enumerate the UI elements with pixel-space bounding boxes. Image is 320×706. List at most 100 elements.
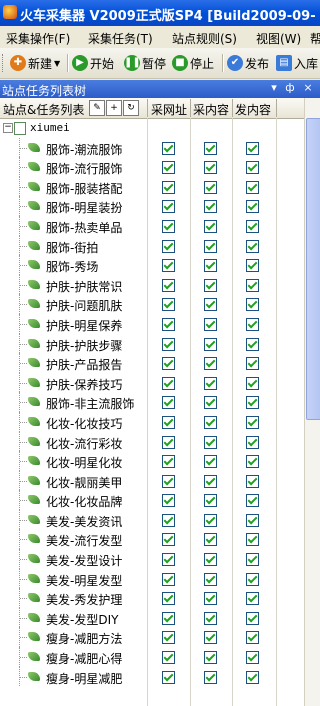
column-header-name[interactable]: 站点&任务列表 xyxy=(3,101,84,118)
publish-content-checkbox[interactable] xyxy=(246,259,259,273)
task-row[interactable]: 服饰-潮流服饰 xyxy=(0,137,304,158)
task-row[interactable]: 美发-明星发型 xyxy=(0,568,304,589)
publish-content-checkbox[interactable] xyxy=(246,219,259,233)
collect-url-checkbox[interactable] xyxy=(162,592,175,606)
publish-content-checkbox[interactable] xyxy=(246,161,259,175)
collect-content-checkbox[interactable] xyxy=(204,141,217,155)
publish-content-checkbox[interactable] xyxy=(246,298,259,312)
collect-url-checkbox[interactable] xyxy=(162,455,175,469)
collect-content-checkbox[interactable] xyxy=(204,513,217,527)
collect-content-checkbox[interactable] xyxy=(204,317,217,331)
dropdown-icon[interactable]: ▾ xyxy=(268,82,280,94)
pin-icon[interactable]: ф xyxy=(284,82,296,94)
collect-url-checkbox[interactable] xyxy=(162,180,175,194)
publish-content-checkbox[interactable] xyxy=(246,553,259,567)
publish-content-checkbox[interactable] xyxy=(246,317,259,331)
collect-url-checkbox[interactable] xyxy=(162,161,175,175)
collect-content-checkbox[interactable] xyxy=(204,592,217,606)
collect-url-checkbox[interactable] xyxy=(162,376,175,390)
import-button[interactable]: ▤ 入库 xyxy=(276,53,318,73)
scroll-thumb[interactable] xyxy=(306,118,320,420)
edit-icon[interactable]: ✎ xyxy=(89,100,105,116)
collect-content-checkbox[interactable] xyxy=(204,494,217,508)
task-row[interactable]: 服饰-热卖单品 xyxy=(0,215,304,236)
collect-url-checkbox[interactable] xyxy=(162,141,175,155)
menu-collect-ops[interactable]: 采集操作(F) xyxy=(6,30,70,47)
task-row[interactable]: 瘦身-明星减肥 xyxy=(0,666,304,687)
publish-content-checkbox[interactable] xyxy=(246,278,259,292)
collect-content-checkbox[interactable] xyxy=(204,200,217,214)
new-button[interactable]: ✚ 新建 ▼ xyxy=(10,53,60,73)
collect-url-checkbox[interactable] xyxy=(162,259,175,273)
publish-content-checkbox[interactable] xyxy=(246,141,259,155)
collect-content-checkbox[interactable] xyxy=(204,337,217,351)
collect-content-checkbox[interactable] xyxy=(204,553,217,567)
publish-content-checkbox[interactable] xyxy=(246,455,259,469)
menu-view[interactable]: 视图(W) xyxy=(256,30,301,47)
collect-url-checkbox[interactable] xyxy=(162,298,175,312)
pause-button[interactable]: ❚❚ 暂停 xyxy=(124,53,166,73)
collect-url-checkbox[interactable] xyxy=(162,553,175,567)
collect-content-checkbox[interactable] xyxy=(204,631,217,645)
publish-content-checkbox[interactable] xyxy=(246,631,259,645)
task-row[interactable]: 服饰-街拍 xyxy=(0,235,304,256)
collect-url-checkbox[interactable] xyxy=(162,513,175,527)
task-row[interactable]: 化妆-明星化妆 xyxy=(0,451,304,471)
collect-url-checkbox[interactable] xyxy=(162,396,175,410)
add-task-icon[interactable]: + xyxy=(106,100,122,116)
start-button[interactable]: ▶ 开始 xyxy=(72,53,114,73)
publish-content-checkbox[interactable] xyxy=(246,572,259,586)
collect-content-checkbox[interactable] xyxy=(204,357,217,371)
site-row[interactable]: − xiumei xyxy=(0,118,304,138)
column-header-content[interactable]: 采内容 xyxy=(193,101,229,118)
close-icon[interactable]: × xyxy=(302,82,314,94)
publish-content-checkbox[interactable] xyxy=(246,435,259,449)
collect-content-checkbox[interactable] xyxy=(204,180,217,194)
publish-button[interactable]: ✔ 发布 xyxy=(227,53,269,73)
collect-content-checkbox[interactable] xyxy=(204,298,217,312)
collect-url-checkbox[interactable] xyxy=(162,200,175,214)
task-row[interactable]: 美发-发型DIY xyxy=(0,607,304,628)
publish-content-checkbox[interactable] xyxy=(246,611,259,625)
collect-url-checkbox[interactable] xyxy=(162,533,175,547)
collect-content-checkbox[interactable] xyxy=(204,278,217,292)
publish-content-checkbox[interactable] xyxy=(246,494,259,508)
task-row[interactable]: 美发-发型设计 xyxy=(0,549,304,569)
task-row[interactable]: 护肤-保养技巧 xyxy=(0,372,304,393)
task-row[interactable]: 服饰-流行服饰 xyxy=(0,157,304,177)
publish-content-checkbox[interactable] xyxy=(246,651,259,665)
task-row[interactable]: 护肤-明星保养 xyxy=(0,313,304,334)
task-row[interactable]: 瘦身-减肥方法 xyxy=(0,627,304,648)
collect-url-checkbox[interactable] xyxy=(162,474,175,488)
collect-url-checkbox[interactable] xyxy=(162,494,175,508)
publish-content-checkbox[interactable] xyxy=(246,415,259,429)
collect-url-checkbox[interactable] xyxy=(162,278,175,292)
publish-content-checkbox[interactable] xyxy=(246,592,259,606)
collect-url-checkbox[interactable] xyxy=(162,337,175,351)
collect-url-checkbox[interactable] xyxy=(162,317,175,331)
collect-content-checkbox[interactable] xyxy=(204,611,217,625)
collapse-icon[interactable]: − xyxy=(3,123,13,133)
task-row[interactable]: 美发-秀发护理 xyxy=(0,588,304,608)
menu-help[interactable]: 帮 xyxy=(310,30,320,47)
publish-content-checkbox[interactable] xyxy=(246,670,259,684)
collect-content-checkbox[interactable] xyxy=(204,396,217,410)
column-header-url[interactable]: 采网址 xyxy=(151,101,187,118)
task-row[interactable]: 美发-美发资讯 xyxy=(0,509,304,530)
publish-content-checkbox[interactable] xyxy=(246,357,259,371)
stop-button[interactable]: ■ 停止 xyxy=(172,53,214,73)
publish-content-checkbox[interactable] xyxy=(246,200,259,214)
publish-content-checkbox[interactable] xyxy=(246,533,259,547)
task-row[interactable]: 化妆-流行彩妆 xyxy=(0,431,304,452)
task-row[interactable]: 化妆-化妆技巧 xyxy=(0,411,304,432)
publish-content-checkbox[interactable] xyxy=(246,337,259,351)
publish-content-checkbox[interactable] xyxy=(246,239,259,253)
collect-content-checkbox[interactable] xyxy=(204,376,217,390)
publish-content-checkbox[interactable] xyxy=(246,474,259,488)
publish-content-checkbox[interactable] xyxy=(246,376,259,390)
collect-content-checkbox[interactable] xyxy=(204,435,217,449)
task-row[interactable]: 护肤-产品报告 xyxy=(0,353,304,373)
task-row[interactable]: 服饰-服装搭配 xyxy=(0,176,304,197)
collect-content-checkbox[interactable] xyxy=(204,239,217,253)
task-row[interactable]: 美发-流行发型 xyxy=(0,529,304,550)
